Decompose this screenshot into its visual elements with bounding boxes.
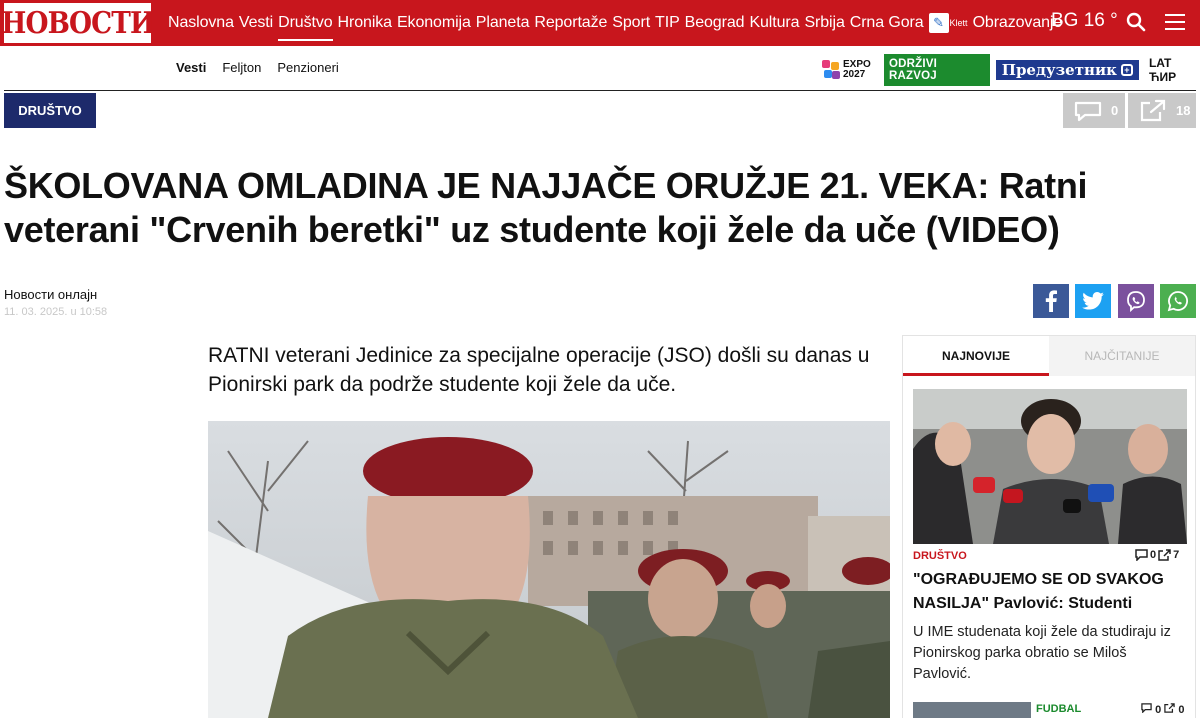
article-date: 11. 03. 2025. u 10:58 [4, 306, 108, 318]
partner-logos: EXPO 2027 ODRŽIVI RAZVOJ Предузетник + LAT… [822, 54, 1200, 86]
twitter-icon [1082, 292, 1104, 310]
tab-najnovije[interactable]: NAJNOVIJE [903, 336, 1049, 376]
article-lead: RATNI veterani Jedinice za specijalne op… [208, 344, 870, 396]
nav-tip[interactable]: TIP [655, 14, 680, 32]
facebook-share-button[interactable] [1033, 284, 1069, 318]
viber-share-button[interactable] [1118, 284, 1154, 318]
sidebar-next-image[interactable] [913, 702, 1031, 718]
subnav-penzioneri[interactable]: Penzioneri [277, 60, 338, 75]
nav-sport[interactable]: Sport [612, 14, 650, 32]
site-logo[interactable]: НОВОСТИ [1, 3, 155, 43]
tab-najcitanije[interactable]: NAJČITANIJE [1049, 336, 1195, 376]
article-photo[interactable] [208, 421, 890, 718]
expo-mark-icon [822, 60, 840, 80]
share-icon [1164, 703, 1175, 713]
sidebar-next-category[interactable]: FUDBAL [1036, 703, 1081, 715]
comment-icon [1141, 703, 1152, 714]
subnav-feljton[interactable]: Feljton [222, 60, 261, 75]
sidebar-item-comments: 0 [1150, 549, 1157, 561]
sidebar-item-category[interactable]: DRUŠTVO [913, 550, 967, 562]
expo-2027-logo[interactable]: EXPO 2027 [822, 57, 878, 83]
sidebar-item-shares: 7 [1173, 549, 1180, 561]
sidebar-tabs: NAJNOVIJE NAJČITANIJE [903, 336, 1195, 376]
shares-counter[interactable]: 18 [1128, 93, 1196, 128]
search-icon[interactable] [1126, 12, 1146, 32]
header-divider [4, 90, 1196, 91]
sidebar-latest: NAJNOVIJE NAJČITANIJE DRUŠTVO 0 7 "OGRAĐ… [902, 335, 1196, 718]
sidebar-next-shares: 0 [1178, 704, 1185, 716]
plus-icon: + [1120, 64, 1133, 76]
subnav-vesti[interactable]: Vesti [176, 60, 206, 75]
share-icon [1140, 99, 1166, 121]
sidebar-next-comments: 0 [1155, 704, 1162, 716]
article-title: ŠKOLOVANA OMLADINA JE NAJJAČE ORUŽJE 21.… [4, 165, 1088, 250]
article-photo-image [208, 421, 890, 718]
klett-label: Klett [949, 18, 968, 28]
sidebar-item-title[interactable]: "OGRAĐUJEMO SE OD SVAKOG NASILJA" Pavlov… [913, 568, 1183, 616]
sidebar-photo-image [913, 389, 1187, 544]
preduzetnik-badge[interactable]: Предузетник + [995, 60, 1139, 80]
nav-crna-gora[interactable]: Crna Gora [850, 14, 924, 32]
sidebar-next-counters: 0 0 [1141, 703, 1184, 716]
whatsapp-icon [1167, 291, 1188, 312]
expo-line2: 2027 [843, 69, 866, 80]
klett-logo[interactable]: ✎ Klett [928, 13, 968, 33]
comments-counter[interactable]: 0 [1063, 93, 1125, 128]
top-navigation-bar: НОВОСТИ Naslovna Vesti Društvo Hronika E… [0, 0, 1200, 46]
nav-drustvo[interactable]: Društvo [278, 14, 333, 41]
shares-count: 18 [1176, 103, 1191, 118]
twitter-share-button[interactable] [1075, 284, 1111, 318]
article-author[interactable]: Новости онлајн [4, 287, 97, 302]
nav-beograd[interactable]: Beograd [685, 14, 745, 32]
sub-nav: Vesti Feljton Penzioneri [176, 60, 339, 75]
nav-naslovna[interactable]: Naslovna [168, 14, 234, 32]
facebook-icon [1045, 290, 1057, 312]
hamburger-menu-icon[interactable] [1165, 14, 1185, 32]
nav-hronika[interactable]: Hronika [338, 14, 393, 32]
nav-planeta[interactable]: Planeta [476, 14, 530, 32]
nav-reportaze[interactable]: Reportaže [534, 14, 607, 32]
sidebar-item-image[interactable] [913, 389, 1187, 544]
whatsapp-share-button[interactable] [1160, 284, 1196, 318]
nav-vesti[interactable]: Vesti [239, 14, 273, 32]
share-icon [1158, 549, 1171, 561]
nav-srbija[interactable]: Srbija [804, 14, 844, 32]
language-switch[interactable]: LAT ЋИР [1149, 56, 1200, 84]
nav-ekonomija[interactable]: Ekonomija [397, 14, 471, 32]
sidebar-item-counters: 0 7 [1135, 549, 1179, 561]
viber-icon [1127, 291, 1145, 312]
nav-kultura[interactable]: Kultura [749, 14, 799, 32]
comment-icon [1135, 549, 1148, 561]
comments-count: 0 [1111, 103, 1119, 118]
category-badge[interactable]: DRUŠTVO [4, 93, 96, 128]
klett-icon: ✎ [928, 13, 949, 33]
odrzivi-razvoj-badge[interactable]: ODRŽIVI RAZVOJ [883, 54, 990, 86]
main-nav: Naslovna Vesti Društvo Hronika Ekonomija… [168, 0, 1067, 46]
nav-obrazovanje[interactable]: Obrazovanje [973, 14, 1063, 32]
sidebar-item-text: U IME studenata koji žele da studiraju i… [913, 624, 1171, 682]
comment-icon [1074, 101, 1102, 121]
preduzetnik-label: Предузетник [1001, 61, 1117, 79]
weather-widget[interactable]: BG 16 ° [1051, 10, 1118, 32]
